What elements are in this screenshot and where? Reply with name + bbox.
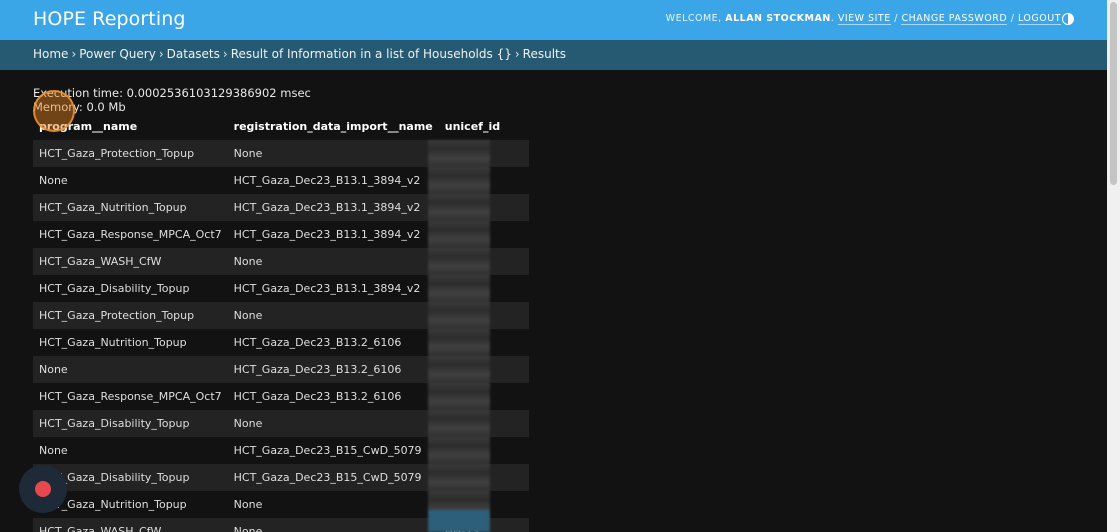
execution-time: Execution time: 0.0002536103129386902 ms… xyxy=(33,86,311,100)
cell-program-name: HCT_Gaza_WASH_CfW xyxy=(39,525,162,532)
cell-rdi-name: None xyxy=(233,309,263,322)
cell-rdi-name: HCT_Gaza_Dec23_B13.1_3894_v2 xyxy=(233,201,421,214)
cursor-highlight xyxy=(33,90,75,132)
top-header: HOPE Reporting WELCOME, ALLAN STOCKMAN. … xyxy=(0,0,1107,40)
vertical-scrollbar[interactable] xyxy=(1107,0,1120,532)
logout-link[interactable]: LOGOUT xyxy=(1017,13,1061,25)
record-button[interactable] xyxy=(19,465,67,513)
table-header-row: program__name registration_data_import__… xyxy=(33,113,529,140)
breadcrumb-home[interactable]: Home xyxy=(33,47,68,61)
column-header-unicef-id[interactable]: unicef_id xyxy=(439,113,529,140)
user-name: ALLAN STOCKMAN xyxy=(725,13,831,24)
cell-rdi-name: HCT_Gaza_Dec23_B13.1_3894_v2 xyxy=(233,174,421,187)
change-password-link[interactable]: CHANGE PASSWORD xyxy=(901,13,1008,25)
user-tools: WELCOME, ALLAN STOCKMAN. VIEW SITE / CHA… xyxy=(665,13,1061,25)
welcome-label: WELCOME, xyxy=(665,13,722,24)
breadcrumb-dataset-result[interactable]: Result of Information in a list of House… xyxy=(231,47,512,61)
breadcrumb-separator: › xyxy=(158,47,164,61)
cell-rdi-name: None xyxy=(233,525,263,532)
cell-program-name: None xyxy=(39,444,68,457)
cell-rdi-name: HCT_Gaza_Dec23_B13.2_6106 xyxy=(233,336,402,349)
cell-program-name: HCT_Gaza_Nutrition_Topup xyxy=(39,201,187,214)
site-title[interactable]: HOPE Reporting xyxy=(33,8,186,30)
cell-program-name: HCT_Gaza_Protection_Topup xyxy=(39,147,195,160)
redaction-blur xyxy=(428,140,490,532)
breadcrumb-power-query[interactable]: Power Query xyxy=(79,47,156,61)
cell-rdi-name: HCT_Gaza_Dec23_B13.2_6106 xyxy=(233,363,402,376)
cell-rdi-name: None xyxy=(233,255,263,268)
cell-rdi-name: HCT_Gaza_Dec23_B15_CwD_5079 xyxy=(233,471,422,484)
cell-rdi-name: None xyxy=(233,147,263,160)
breadcrumb: Home › Power Query › Datasets › Result of Info… xyxy=(0,40,1107,70)
column-header-rdi-name[interactable]: registration_data_import__name xyxy=(228,113,439,140)
cell-rdi-name: None xyxy=(233,498,263,511)
breadcrumb-results: Results xyxy=(522,47,566,61)
scrollbar-thumb[interactable] xyxy=(1110,2,1117,185)
cell-program-name: HCT_Gaza_Disability_Topup xyxy=(39,417,190,430)
cell-rdi-name: HCT_Gaza_Dec23_B15_CwD_5079 xyxy=(233,444,422,457)
separator: / xyxy=(894,13,898,24)
cell-program-name: HCT_Gaza_WASH_CfW xyxy=(39,255,162,268)
cell-rdi-name: HCT_Gaza_Dec23_B13.1_3894_v2 xyxy=(233,282,421,295)
cell-program-name: None xyxy=(39,363,68,376)
cell-program-name: HCT_Gaza_Nutrition_Topup xyxy=(39,336,187,349)
cell-rdi-name: HCT_Gaza_Dec23_B13.1_3894_v2 xyxy=(233,228,421,241)
view-site-link[interactable]: VIEW SITE xyxy=(837,13,891,25)
cell-program-name: HCT_Gaza_Response_MPCA_Oct7 xyxy=(39,390,222,403)
breadcrumb-separator: › xyxy=(514,47,520,61)
theme-toggle-icon[interactable] xyxy=(1062,13,1074,25)
cell-program-name: HCT_Gaza_Disability_Topup xyxy=(39,282,190,295)
record-icon xyxy=(35,481,51,497)
cell-program-name: HCT_Gaza_Response_MPCA_Oct7 xyxy=(39,228,222,241)
breadcrumb-separator: › xyxy=(71,47,77,61)
breadcrumb-separator: › xyxy=(222,47,228,61)
breadcrumb-datasets[interactable]: Datasets xyxy=(167,47,220,61)
cell-program-name: HCT_Gaza_Protection_Topup xyxy=(39,309,195,322)
cell-rdi-name: None xyxy=(233,417,263,430)
cell-program-name: None xyxy=(39,174,68,187)
separator: / xyxy=(1010,13,1015,24)
cell-rdi-name: HCT_Gaza_Dec23_B13.2_6106 xyxy=(233,390,402,403)
